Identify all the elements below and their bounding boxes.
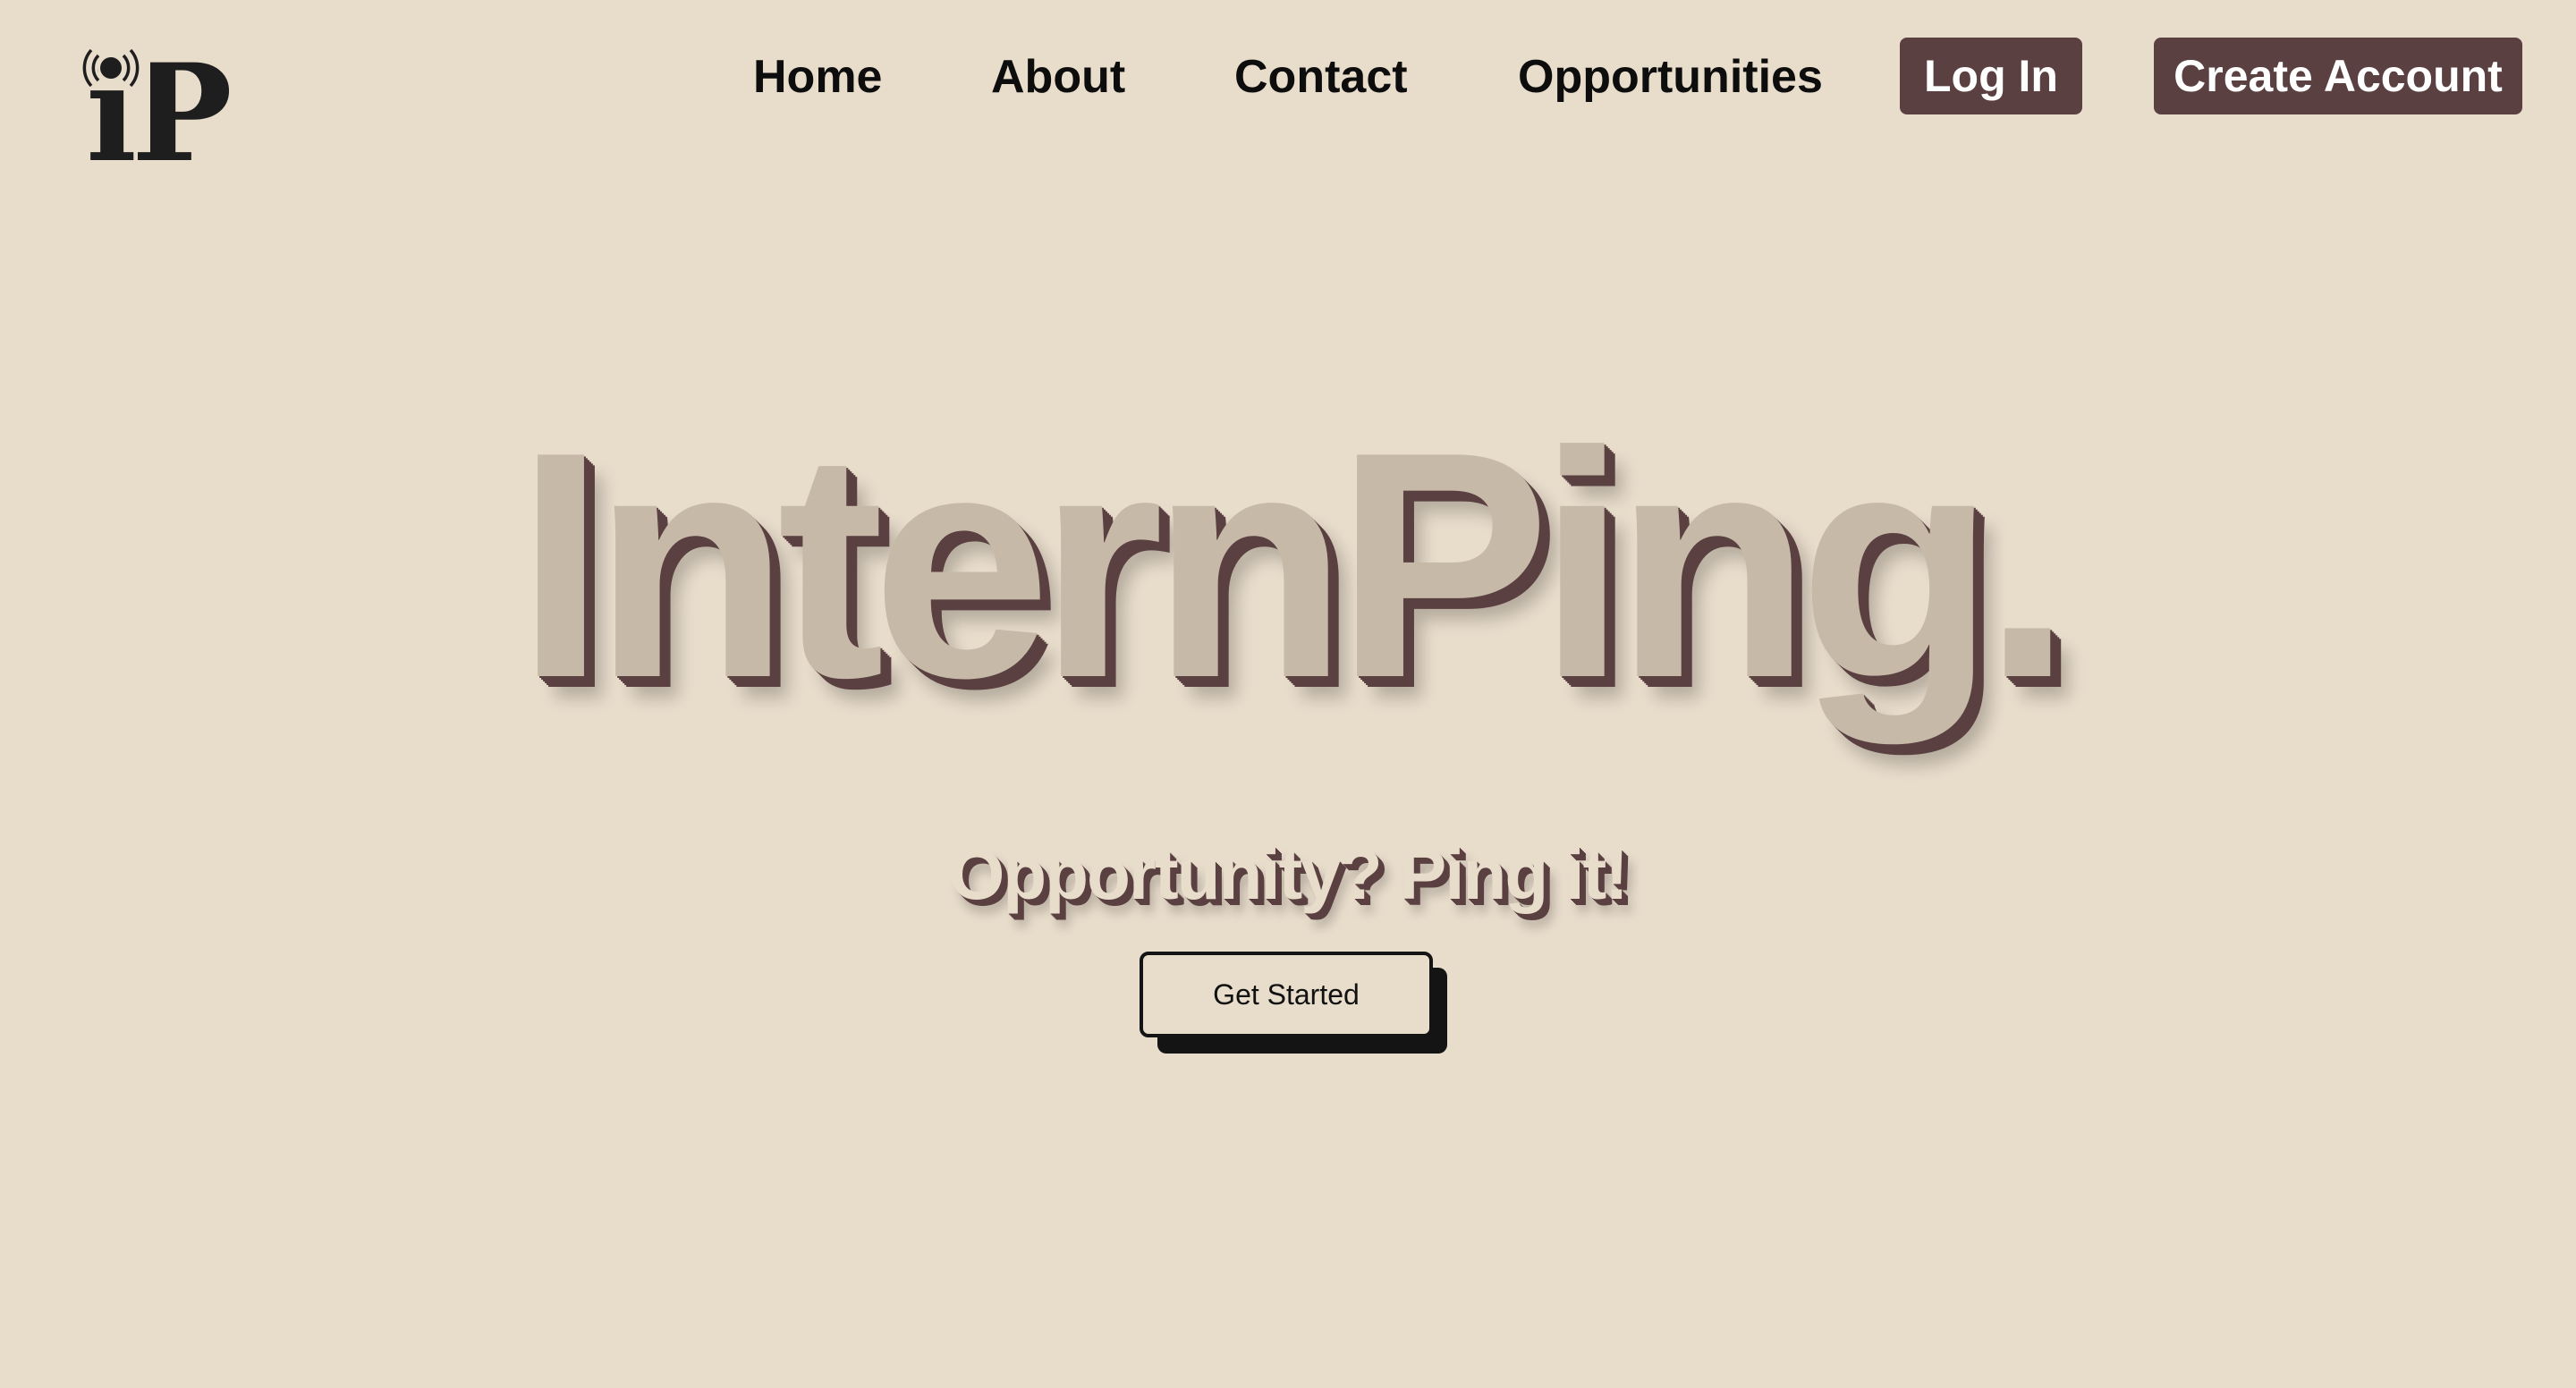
nav-home-link[interactable]: Home — [753, 38, 882, 116]
get-started-button[interactable]: Get Started — [1140, 952, 1433, 1037]
nav-contact-link[interactable]: Contact — [1234, 38, 1408, 116]
landing-page: iP Home About Contact Opportunities Log … — [0, 0, 2576, 1388]
login-button[interactable]: Log In — [1900, 38, 2082, 114]
top-nav: Home About Contact Opportunities Log In … — [0, 38, 2576, 116]
nav-opportunities-link[interactable]: Opportunities — [1518, 38, 1823, 116]
nav-about-link[interactable]: About — [991, 38, 1125, 116]
get-started-button-group: Get Started — [1140, 952, 1447, 1054]
create-account-button[interactable]: Create Account — [2154, 38, 2522, 114]
hero-title: InternPing. — [516, 385, 2072, 745]
hero-tagline: Opportunity? Ping it! — [949, 834, 1629, 914]
